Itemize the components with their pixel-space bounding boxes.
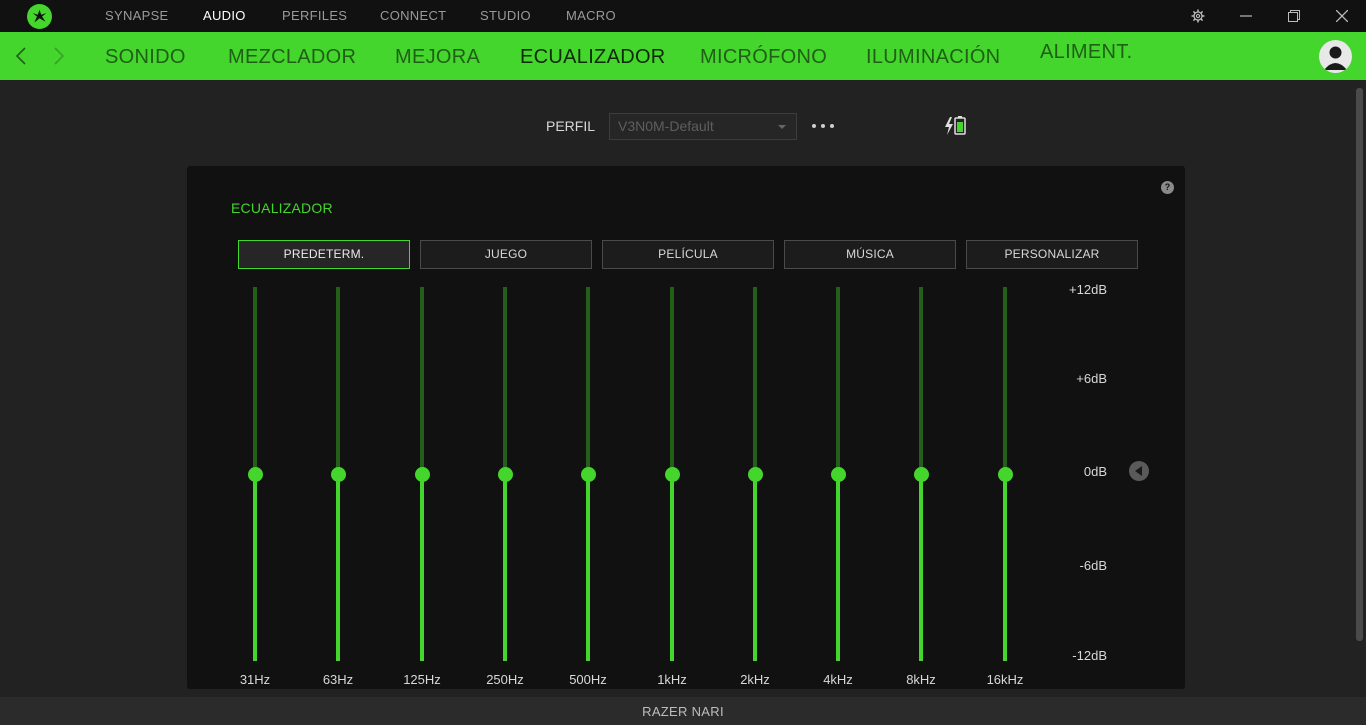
eq-track-upper	[836, 287, 840, 474]
eq-track-lower	[253, 474, 257, 661]
eq-frequency-label: 63Hz	[322, 672, 354, 687]
eq-track-upper	[253, 287, 257, 474]
eq-track-upper	[753, 287, 757, 474]
eq-track-lower	[586, 474, 590, 661]
user-avatar-icon[interactable]	[1319, 40, 1352, 73]
eq-track-upper	[420, 287, 424, 474]
eq-track-lower	[336, 474, 340, 661]
eq-band-slider[interactable]	[581, 287, 596, 661]
eq-track-upper	[670, 287, 674, 474]
preset-personalizar-button[interactable]: PERSONALIZAR	[966, 240, 1138, 269]
preset-musica-button[interactable]: MÚSICA	[784, 240, 956, 269]
eq-band-slider[interactable]	[665, 287, 680, 661]
db-label-minus12: -12dB	[1072, 648, 1107, 663]
db-label-plus12: +12dB	[1069, 282, 1107, 297]
eq-slider-handle[interactable]	[248, 466, 263, 482]
profile-select[interactable]: V3N0M-Default	[609, 113, 797, 140]
eq-frequency-label: 31Hz	[239, 672, 271, 687]
db-label-minus6: -6dB	[1079, 558, 1107, 573]
eq-track-lower	[420, 474, 424, 661]
eq-slider-handle[interactable]	[581, 466, 596, 482]
eq-slider-handle[interactable]	[665, 466, 680, 482]
battery-charging-icon	[944, 115, 968, 137]
more-options-button[interactable]	[812, 117, 834, 135]
eq-frequency-label: 1kHz	[657, 672, 687, 687]
eq-band-slider[interactable]	[331, 287, 346, 661]
help-icon[interactable]: ?	[1161, 181, 1174, 194]
eq-track-upper	[503, 287, 507, 474]
tab-ecualizador[interactable]: ECUALIZADOR	[520, 32, 666, 82]
device-footer: RAZER NARI	[0, 697, 1366, 725]
tab-mejora[interactable]: MEJORA	[395, 32, 480, 82]
tab-sonido[interactable]: SONIDO	[105, 32, 186, 82]
eq-band-slider[interactable]	[415, 287, 430, 661]
eq-frequency-label: 250Hz	[486, 672, 524, 687]
top-nav-studio[interactable]: STUDIO	[480, 0, 531, 32]
eq-slider-handle[interactable]	[831, 466, 846, 482]
top-nav-synapse[interactable]: SYNAPSE	[105, 0, 169, 32]
eq-track-upper	[919, 287, 923, 474]
tab-mezclador[interactable]: MEZCLADOR	[228, 32, 356, 82]
eq-slider-handle[interactable]	[748, 466, 763, 482]
eq-slider-handle[interactable]	[415, 466, 430, 482]
eq-slider-handle[interactable]	[498, 466, 513, 482]
eq-track-upper	[1003, 287, 1007, 474]
back-arrow-icon[interactable]	[9, 44, 33, 68]
eq-frequency-label: 500Hz	[569, 672, 607, 687]
equalizer-title: ECUALIZADOR	[231, 200, 333, 216]
eq-track-lower	[1003, 474, 1007, 661]
scrollbar[interactable]	[1356, 88, 1363, 641]
collapse-arrow-icon[interactable]	[1129, 461, 1149, 481]
profile-label: PERFIL	[546, 118, 596, 134]
eq-track-upper	[336, 287, 340, 474]
dot-icon	[830, 124, 834, 128]
top-nav-audio[interactable]: AUDIO	[203, 0, 246, 32]
eq-frequency-label: 4kHz	[823, 672, 853, 687]
preset-predeterm-button[interactable]: PREDETERM.	[238, 240, 410, 269]
db-label-plus6: +6dB	[1076, 371, 1107, 386]
eq-frequency-label: 8kHz	[906, 672, 936, 687]
eq-frequency-label: 2kHz	[740, 672, 770, 687]
eq-frequency-label: 16kHz	[986, 672, 1024, 687]
dot-icon	[821, 124, 825, 128]
eq-track-lower	[670, 474, 674, 661]
top-nav-perfiles[interactable]: PERFILES	[282, 0, 347, 32]
eq-slider-handle[interactable]	[914, 466, 929, 482]
eq-track-lower	[503, 474, 507, 661]
preset-pelicula-button[interactable]: PELÍCULA	[602, 240, 774, 269]
eq-slider-handle[interactable]	[998, 466, 1013, 482]
eq-band-slider[interactable]	[831, 287, 846, 661]
top-nav-connect[interactable]: CONNECT	[380, 0, 446, 32]
tab-aliment[interactable]: ALIMENT.	[1040, 27, 1132, 77]
db-label-zero: 0dB	[1083, 464, 1107, 479]
sub-nav: SONIDO MEZCLADOR MEJORA ECUALIZADOR MICR…	[0, 32, 1366, 80]
eq-track-lower	[836, 474, 840, 661]
tab-microfono[interactable]: MICRÓFONO	[700, 32, 827, 82]
eq-track-lower	[919, 474, 923, 661]
eq-track-lower	[753, 474, 757, 661]
eq-band-slider[interactable]	[248, 287, 263, 661]
restore-icon[interactable]	[1274, 0, 1314, 32]
razer-logo-icon[interactable]	[27, 4, 52, 29]
top-nav-macro[interactable]: MACRO	[566, 0, 616, 32]
eq-band-slider[interactable]	[748, 287, 763, 661]
profile-select-value: V3N0M-Default	[618, 118, 714, 134]
eq-frequency-label: 125Hz	[403, 672, 441, 687]
preset-juego-button[interactable]: JUEGO	[420, 240, 592, 269]
close-icon[interactable]	[1322, 0, 1362, 32]
equalizer-panel: ECUALIZADOR ? PREDETERM. JUEGO PELÍCULA …	[187, 166, 1185, 689]
eq-band-slider[interactable]	[498, 287, 513, 661]
eq-track-upper	[586, 287, 590, 474]
chevron-down-icon	[778, 125, 786, 129]
eq-band-slider[interactable]	[998, 287, 1013, 661]
forward-arrow-icon[interactable]	[47, 44, 71, 68]
tab-iluminacion[interactable]: ILUMINACIÓN	[866, 32, 1000, 82]
minimize-icon[interactable]	[1226, 0, 1266, 32]
eq-band-slider[interactable]	[914, 287, 929, 661]
dot-icon	[812, 124, 816, 128]
eq-slider-handle[interactable]	[331, 466, 346, 482]
settings-gear-icon[interactable]	[1178, 0, 1218, 32]
title-bar: SYNAPSE AUDIO PERFILES CONNECT STUDIO MA…	[0, 0, 1366, 32]
